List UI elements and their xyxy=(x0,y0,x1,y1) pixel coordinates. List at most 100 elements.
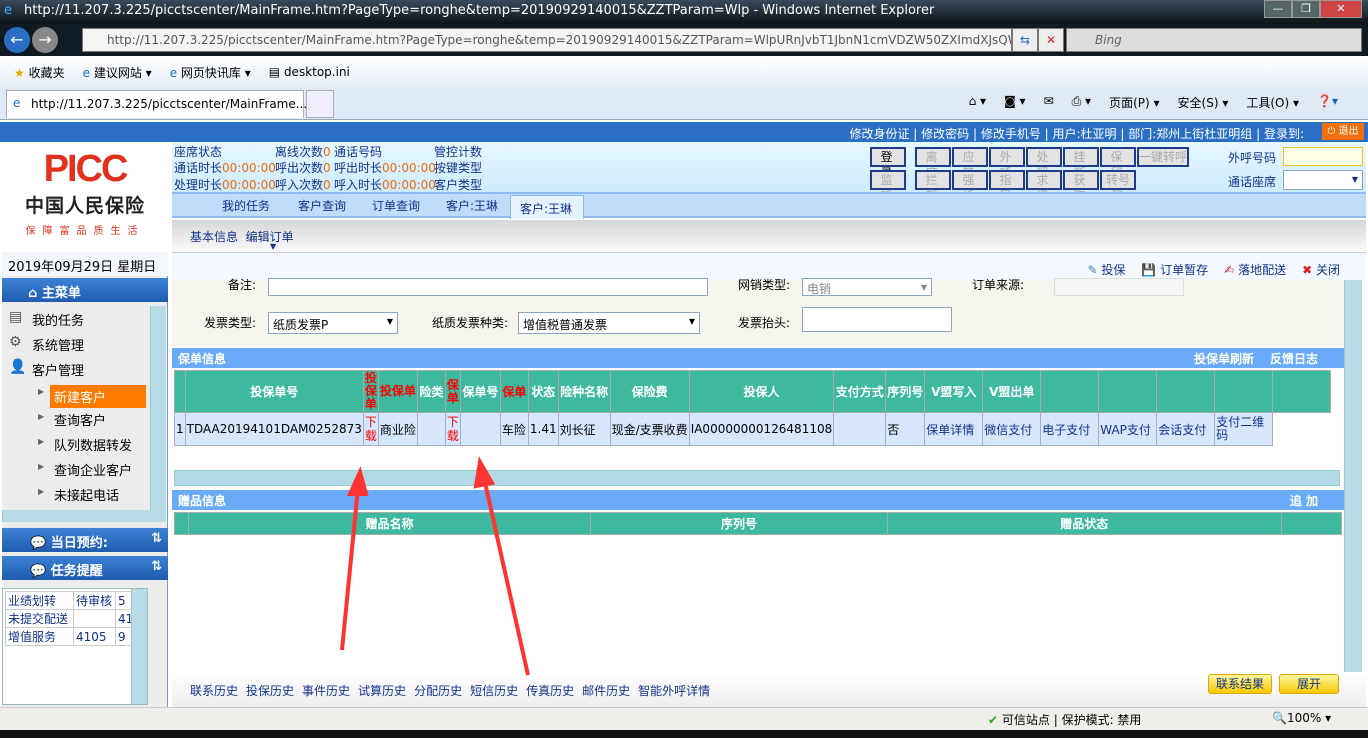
new-tab-button[interactable] xyxy=(306,90,334,118)
history-event[interactable]: 事件历史 xyxy=(302,682,350,699)
fav-suggested[interactable]: e 建议网站 ▾ xyxy=(83,64,152,81)
fav-desktop[interactable]: ▤ desktop.ini xyxy=(269,65,350,79)
help-request-button[interactable]: 求 援 xyxy=(1026,170,1062,203)
order-source-input[interactable] xyxy=(1054,278,1184,296)
subtab-basic-info[interactable]: 基本信息 xyxy=(190,230,238,244)
appointments-header[interactable]: 💬 当日预约: ⇅ xyxy=(2,528,168,552)
invoice-type-select[interactable]: 纸质发票P xyxy=(268,312,398,334)
leave-button[interactable]: 离 席 xyxy=(915,147,951,180)
monitor-button[interactable]: 监 听 xyxy=(870,170,906,203)
history-sms[interactable]: 短信历史 xyxy=(470,682,518,699)
intercept-button[interactable]: 拦 截 xyxy=(915,170,951,203)
browser-tab[interactable]: e http://11.207.3.225/picctscenter/MainFr… xyxy=(6,90,311,118)
forward-button[interactable]: → xyxy=(32,27,58,53)
seat-select[interactable] xyxy=(1283,170,1363,190)
link-edit-phone[interactable]: 修改手机号 xyxy=(981,127,1041,141)
contact-result-button[interactable]: 联系结果 xyxy=(1208,674,1272,694)
search-input[interactable]: Bing xyxy=(1066,28,1362,52)
refresh-icon[interactable]: ⇆ xyxy=(1012,28,1038,52)
force-break-button[interactable]: 强 拆 xyxy=(952,170,988,203)
history-assign[interactable]: 分配历史 xyxy=(414,682,462,699)
main-menu-header[interactable]: ⌂ 主菜单 xyxy=(2,278,168,302)
outbound-button[interactable]: 外 呼 xyxy=(989,147,1025,180)
refresh-policy-link[interactable]: 投保单刷新 xyxy=(1194,350,1254,367)
tab-my-tasks[interactable]: 我的任务 xyxy=(222,197,270,214)
menu-scrollbar[interactable] xyxy=(150,306,166,510)
print-icon[interactable]: ⎙ ▾ xyxy=(1072,94,1091,111)
download-link[interactable]: 下载 xyxy=(362,412,379,446)
hold-button[interactable]: 保 留 xyxy=(1100,147,1136,180)
tab-customer-1[interactable]: 客户:王琳 xyxy=(446,197,498,214)
page-menu[interactable]: 页面(P) ▾ xyxy=(1109,94,1159,111)
close-window-button[interactable]: ✕ xyxy=(1320,0,1362,18)
add-gift-link[interactable]: 追 加 xyxy=(1290,492,1318,509)
paper-invoice-kind-select[interactable]: 增值税普通发票 xyxy=(518,312,700,334)
remark-input[interactable] xyxy=(268,278,708,296)
login-button[interactable]: 登 录 xyxy=(870,147,906,180)
tools-menu[interactable]: 工具(O) ▾ xyxy=(1246,94,1299,111)
history-trial[interactable]: 试算历史 xyxy=(358,682,406,699)
outbound-number-input[interactable] xyxy=(1283,147,1363,166)
history-fax[interactable]: 传真历史 xyxy=(526,682,574,699)
link-edit-id[interactable]: 修改身份证 xyxy=(849,127,909,141)
menu-queue-forward[interactable]: ▶ 队列数据转发 xyxy=(2,431,150,456)
save-order-button[interactable]: 💾 订单暂存 xyxy=(1141,261,1208,278)
home-icon[interactable]: ⌂ ▾ xyxy=(969,94,986,111)
download-link[interactable]: 下载 xyxy=(444,412,461,446)
help-icon[interactable]: ❓▾ xyxy=(1317,94,1338,111)
wechat-pay-link[interactable]: 微信支付 xyxy=(982,412,1042,446)
tab-customer-query[interactable]: 客户查询 xyxy=(298,197,346,214)
guide-button[interactable]: 指 导 xyxy=(989,170,1025,203)
session-pay-link[interactable]: 会话支付 xyxy=(1156,412,1216,446)
apply-insurance-button[interactable]: ✎ 投保 xyxy=(1087,261,1125,278)
menu-query-enterprise[interactable]: ▶ 查询企业客户 xyxy=(2,456,150,481)
menu-h-scrollbar[interactable] xyxy=(2,510,166,522)
history-smart-call[interactable]: 智能外呼详情 xyxy=(638,682,710,699)
menu-new-customer[interactable]: ▶ 新建客户 xyxy=(2,381,150,408)
table-row[interactable]: 未提交配送 412 xyxy=(5,609,144,628)
tab-customer-2[interactable]: 客户:王琳 xyxy=(510,195,584,219)
table-row[interactable]: 业绩划转 待审核 5 xyxy=(5,591,144,610)
mail-icon[interactable]: ✉ xyxy=(1044,94,1054,111)
exit-button[interactable]: ⏻ 退出 xyxy=(1322,123,1364,140)
answer-button[interactable]: 应 答 xyxy=(952,147,988,180)
transfer-number-button[interactable]: 转号码 xyxy=(1100,170,1136,203)
transfer-button[interactable]: 一键转呼 xyxy=(1137,147,1189,167)
e-pay-link[interactable]: 电子支付 xyxy=(1040,412,1100,446)
tab-order-query[interactable]: 订单查询 xyxy=(372,197,420,214)
invoice-title-input[interactable] xyxy=(802,307,952,332)
address-bar[interactable]: http://11.207.3.225/picctscenter/MainFra… xyxy=(82,28,1012,52)
zoom-control[interactable]: 🔍100% ▾ xyxy=(1272,711,1331,725)
close-button[interactable]: ✖ 关闭 xyxy=(1302,261,1340,278)
reminders-header[interactable]: 💬 任务提醒 ⇅ xyxy=(2,556,168,580)
table-row[interactable]: 增值服务 4105 9 xyxy=(5,627,144,646)
safety-menu[interactable]: 安全(S) ▾ xyxy=(1178,94,1229,111)
net-type-select[interactable]: 电销 xyxy=(802,278,932,296)
history-mail[interactable]: 邮件历史 xyxy=(582,682,630,699)
task-scrollbar[interactable] xyxy=(131,589,147,704)
history-policy[interactable]: 投保历史 xyxy=(246,682,294,699)
link-edit-password[interactable]: 修改密码 xyxy=(921,127,969,141)
stop-icon[interactable]: ✕ xyxy=(1038,28,1064,52)
policy-h-scrollbar[interactable] xyxy=(174,470,1340,486)
menu-system[interactable]: ⚙ 系统管理 xyxy=(2,331,150,356)
expand-button[interactable]: 展开 xyxy=(1279,674,1339,694)
restore-button[interactable]: ❐ xyxy=(1292,0,1320,18)
history-contact[interactable]: 联系历史 xyxy=(190,682,238,699)
feedback-log-link[interactable]: 反馈日志 xyxy=(1270,350,1318,367)
favorites-button[interactable]: ★ 收藏夹 xyxy=(14,64,65,81)
page-scrollbar[interactable] xyxy=(1344,280,1362,672)
handle-button[interactable]: 处 理 xyxy=(1026,147,1062,180)
feeds-icon[interactable]: ◙ ▾ xyxy=(1004,94,1025,111)
menu-customer[interactable]: 👤 客户管理 xyxy=(2,356,150,381)
qr-pay-link[interactable]: 支付二维码 xyxy=(1214,412,1274,446)
fav-webslice[interactable]: e 网页快讯库 ▾ xyxy=(170,64,251,81)
back-button[interactable]: ← xyxy=(4,27,30,53)
menu-query-customer[interactable]: ▶ 查询客户 xyxy=(2,406,150,431)
hangup-button[interactable]: 挂 断 xyxy=(1063,147,1099,180)
wap-pay-link[interactable]: WAP支付 xyxy=(1098,412,1158,446)
fetch-button[interactable]: 获 取 xyxy=(1063,170,1099,203)
menu-missed-calls[interactable]: ▶ 未接起电话 xyxy=(2,481,150,506)
policy-detail-link[interactable]: 保单详情 xyxy=(924,412,984,446)
refresh-icon[interactable]: ⇅ xyxy=(151,559,162,574)
